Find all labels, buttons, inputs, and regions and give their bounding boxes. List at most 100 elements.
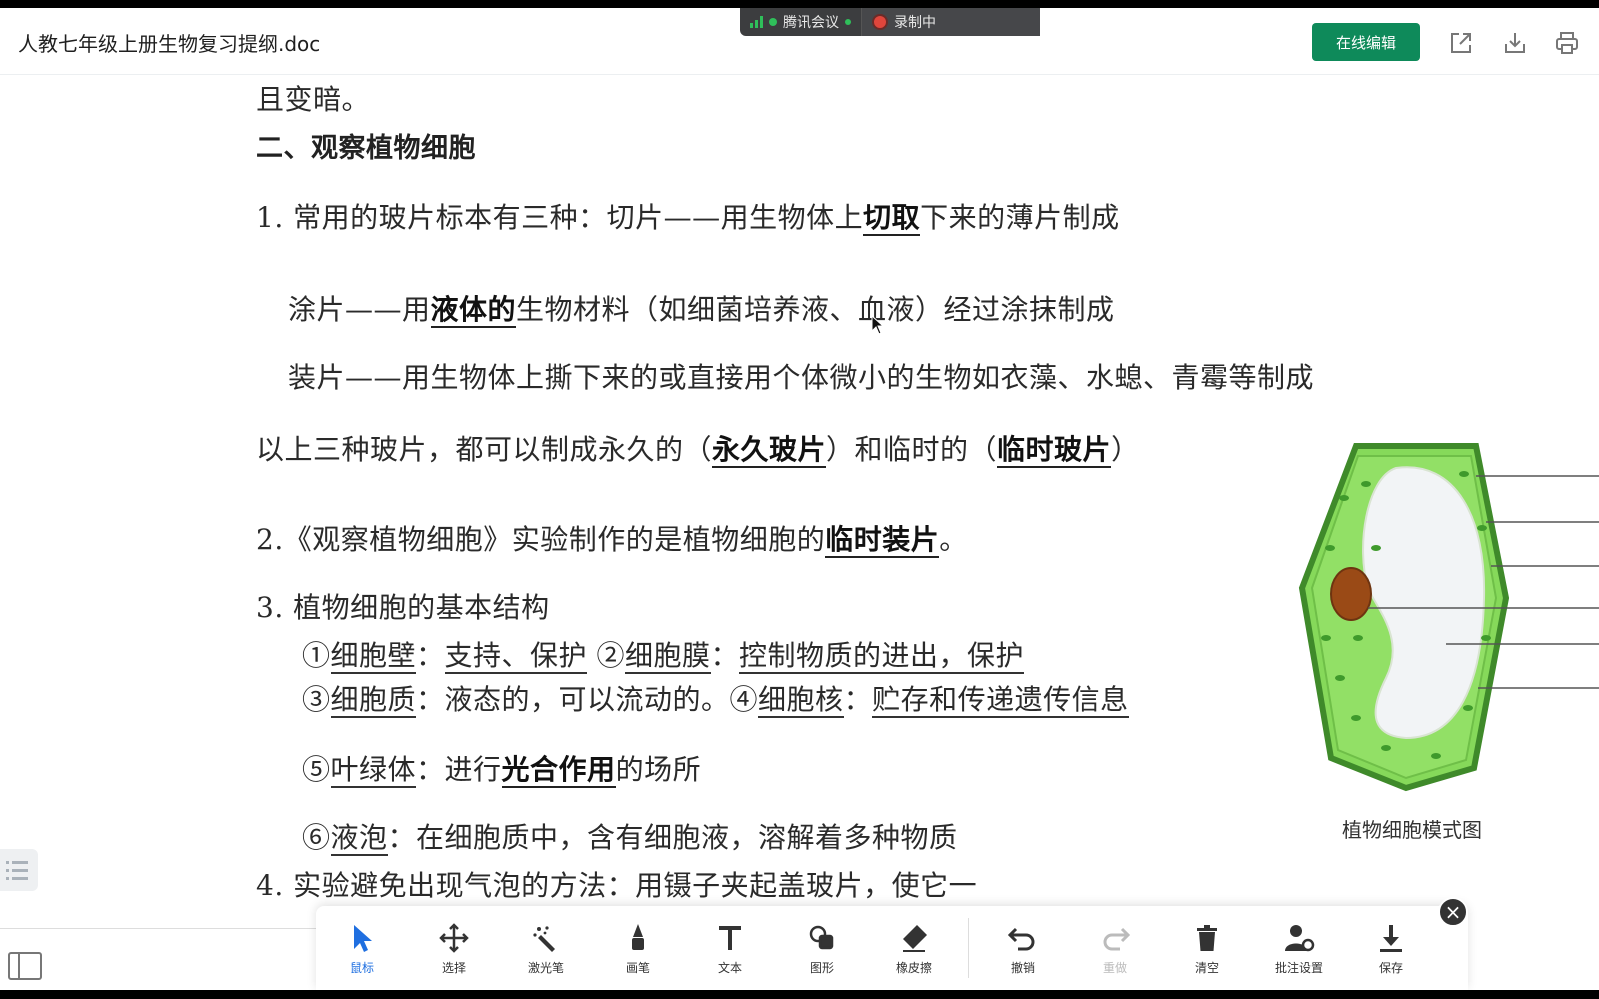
tool-label: 文本 (717, 960, 742, 975)
text-span: 下来的薄片制成 (920, 201, 1120, 234)
underlined-term: 支持、保护 (444, 639, 588, 674)
text-span: ： (710, 639, 740, 672)
tool-move[interactable]: 选择 (408, 906, 500, 990)
text-span: ：进行 (416, 753, 502, 786)
text-line: ⑥液泡：在细胞质中，含有细胞液，溶解着多种物质 (302, 816, 958, 856)
text-line: 3. 植物细胞的基本结构 (256, 591, 550, 624)
tool-label: 清空 (1194, 960, 1219, 975)
text-span: ：液态的，可以流动的。④ (416, 683, 759, 716)
shape-icon (809, 925, 834, 949)
text-line: 且变暗。 (256, 83, 371, 116)
text-line: ⑤叶绿体：进行光合作用的场所 (302, 748, 701, 788)
signal-icon (750, 16, 763, 28)
tool-label: 橡皮擦 (895, 960, 932, 975)
text-line: ①细胞壁：支持、保护 ②细胞膜：控制物质的进出，保护 (302, 634, 1025, 674)
text-line: 2.《观察植物细胞》实验制作的是植物细胞的临时装片。 (256, 518, 968, 558)
undo-icon (1007, 927, 1035, 950)
download-icon (1380, 924, 1402, 952)
tool-download[interactable]: 保存 (1345, 906, 1437, 990)
underlined-term: 液泡 (330, 821, 388, 856)
laser-pointer-icon (533, 925, 555, 952)
trash-icon (1197, 924, 1217, 951)
tool-label: 撤销 (1010, 960, 1035, 975)
text-span: 2.《观察植物细胞》实验制作的是植物细胞的 (256, 523, 826, 556)
text-span: ： (843, 683, 873, 716)
page-divider (0, 928, 316, 929)
sidebar-toggle-icon[interactable] (8, 952, 42, 980)
app-header: 人教七年级上册生物复习提纲.doc 腾讯会议 录制中 在线编辑 (0, 8, 1599, 75)
tool-label: 选择 (441, 960, 466, 975)
text-span: ⑤ (302, 753, 331, 786)
mic-dot-icon (845, 19, 851, 25)
tool-annotation-settings[interactable]: 批注设置 (1253, 906, 1345, 990)
text-span: ）和临时的（ (826, 433, 998, 466)
tool-pen[interactable]: 画笔 (592, 906, 684, 990)
text-line: ③细胞质：液态的，可以流动的。④细胞核：贮存和传递遗传信息 (302, 678, 1129, 718)
text-span: 生物材料（如细菌培养液、血液）经过涂抹制成 (516, 293, 1115, 326)
nucleus (1330, 567, 1372, 621)
tool-label: 激光笔 (527, 960, 564, 975)
meeting-label: 腾讯会议 (783, 15, 839, 31)
annotation-toolbar: 鼠标 选择 激光笔 画笔 文本 图形 橡皮擦 撤销 重做 清空 批注设置 保存 (316, 906, 1468, 990)
redo-icon (1103, 927, 1131, 950)
underlined-term: 叶绿体 (330, 753, 417, 788)
tool-label: 图形 (809, 960, 834, 975)
diagram-caption: 植物细胞模式图 (1342, 818, 1482, 842)
text-span: ： (416, 639, 445, 672)
keyword: 永久玻片 (712, 433, 827, 468)
list-icon (6, 861, 28, 880)
tool-eraser[interactable]: 橡皮擦 (868, 906, 960, 990)
text-line: 以上三种玻片，都可以制成永久的（永久玻片）和临时的（临时玻片） (256, 428, 1140, 468)
text-span: 涂片——用 (288, 293, 431, 326)
tool-cursor[interactable]: 鼠标 (316, 906, 408, 990)
table-of-contents-button[interactable] (0, 849, 38, 891)
text-line: 1. 常用的玻片标本有三种：切片——用生物体上切取下来的薄片制成 (256, 196, 1120, 236)
text-line: 4. 实验避免出现气泡的方法：用镊子夹起盖玻片，使它一 (256, 869, 978, 902)
tool-label: 画笔 (625, 960, 650, 975)
record-dot-icon (872, 14, 888, 30)
text-span: ① (302, 639, 331, 672)
eraser-icon (903, 924, 927, 952)
download-icon[interactable] (1502, 30, 1528, 56)
toolbar-separator (968, 918, 969, 978)
underlined-term: 贮存和传递遗传信息 (872, 683, 1129, 718)
status-dot-icon (769, 18, 777, 26)
plant-cell-diagram (1298, 443, 1599, 792)
text-line: 涂片——用液体的生物材料（如细菌培养液、血液）经过涂抹制成 (288, 288, 1115, 328)
tool-shape[interactable]: 图形 (776, 906, 868, 990)
text-span: ：在细胞质中，含有细胞液，溶解着多种物质 (387, 821, 958, 854)
document-title: 人教七年级上册生物复习提纲.doc (18, 32, 321, 56)
text-span: 。 (939, 523, 968, 556)
tool-redo[interactable]: 重做 (1069, 906, 1161, 990)
share-icon[interactable] (1448, 30, 1474, 56)
underlined-term: 细胞膜 (624, 639, 711, 674)
tool-text[interactable]: 文本 (684, 906, 776, 990)
tool-label: 重做 (1102, 960, 1127, 975)
annotation-settings-icon (1285, 924, 1315, 951)
online-edit-button[interactable]: 在线编辑 (1312, 23, 1420, 61)
print-icon[interactable] (1554, 30, 1580, 56)
close-toolbar-button[interactable]: × (1438, 897, 1468, 927)
text-icon (719, 925, 741, 950)
recording-segment[interactable]: 录制中 (861, 8, 1040, 36)
underlined-term: 细胞质 (330, 683, 417, 718)
text-span: 以上三种玻片，都可以制成永久的（ (256, 433, 713, 466)
keyword: 切取 (863, 201, 921, 236)
keyword: 光合作用 (501, 753, 616, 788)
vacuole (1362, 466, 1486, 740)
text-line: 装片——用生物体上撕下来的或直接用个体微小的生物如衣藻、水螅、青霉等制成 (288, 361, 1315, 394)
cursor-icon (354, 924, 372, 952)
underlined-term: 控制物质的进出，保护 (739, 639, 1025, 674)
meeting-status-bar[interactable]: 腾讯会议 录制中 (740, 8, 1040, 36)
tool-undo[interactable]: 撤销 (977, 906, 1069, 990)
tool-label: 批注设置 (1274, 960, 1323, 975)
tool-label: 保存 (1378, 960, 1403, 975)
mouse-cursor-icon (871, 315, 885, 335)
meeting-segment[interactable]: 腾讯会议 (740, 8, 861, 36)
tool-label: 鼠标 (349, 960, 374, 975)
tool-laser-pointer[interactable]: 激光笔 (500, 906, 592, 990)
text-span: ③ (302, 683, 331, 716)
text-span: ⑥ (302, 821, 331, 854)
keyword: 液体的 (430, 293, 517, 328)
tool-trash[interactable]: 清空 (1161, 906, 1253, 990)
